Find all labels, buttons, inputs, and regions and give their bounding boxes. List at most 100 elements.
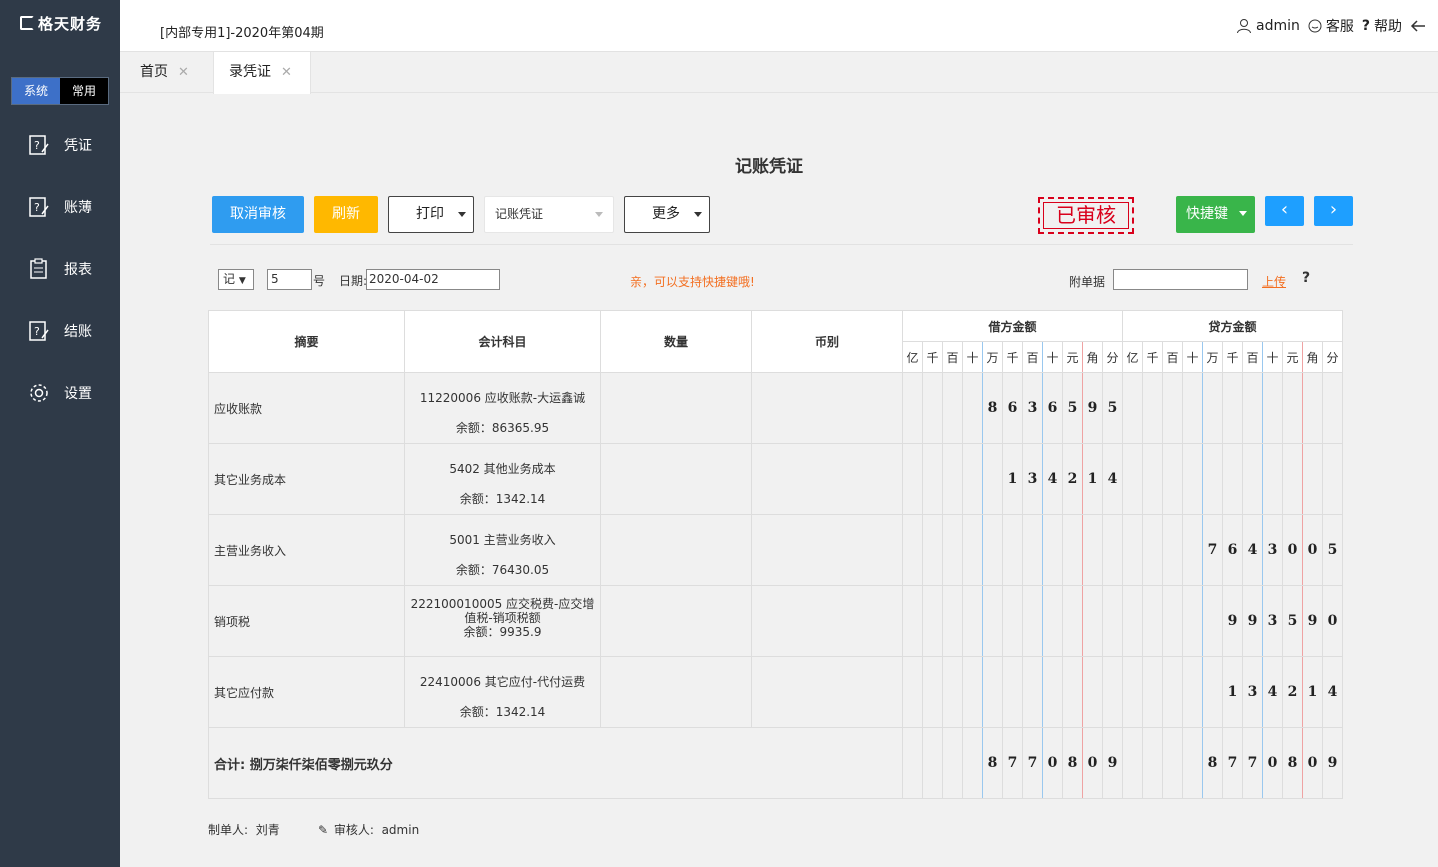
voucher-word-select[interactable]: 记 ▼ <box>218 269 254 290</box>
sidebar-item-report[interactable]: 报表 <box>0 249 120 289</box>
credit-digit-cell[interactable]: 0 <box>1302 514 1323 586</box>
debit-digit-cell[interactable] <box>902 656 923 728</box>
credit-digit-cell[interactable] <box>1182 443 1203 515</box>
total-debit-digit-cell[interactable]: 8 <box>1062 727 1083 799</box>
quantity-cell[interactable] <box>600 656 752 728</box>
debit-digit-cell[interactable] <box>942 372 963 444</box>
help-link[interactable]: ? 帮助 <box>1362 16 1402 36</box>
mode-common-button[interactable]: 常用 <box>60 78 108 104</box>
credit-digit-cell[interactable] <box>1142 585 1163 657</box>
credit-digit-cell[interactable]: 4 <box>1322 656 1343 728</box>
debit-digit-cell[interactable] <box>942 443 963 515</box>
debit-digit-cell[interactable] <box>1002 514 1023 586</box>
credit-digit-cell[interactable] <box>1202 372 1223 444</box>
account-cell[interactable]: 5402 其他业务成本 余额：1342.14 <box>404 443 601 515</box>
credit-digit-cell[interactable]: 6 <box>1222 514 1243 586</box>
debit-digit-cell[interactable]: 5 <box>1102 372 1123 444</box>
total-debit-digit-cell[interactable]: 8 <box>982 727 1003 799</box>
total-credit-digit-cell[interactable] <box>1162 727 1183 799</box>
credit-digit-cell[interactable] <box>1142 443 1163 515</box>
debit-digit-cell[interactable] <box>922 443 943 515</box>
sidebar-item-settings[interactable]: 设置 <box>0 373 120 413</box>
logout-button[interactable] <box>1410 19 1430 33</box>
total-credit-digit-cell[interactable] <box>1142 727 1163 799</box>
credit-digit-cell[interactable] <box>1182 585 1203 657</box>
total-debit-digit-cell[interactable]: 0 <box>1042 727 1063 799</box>
credit-digit-cell[interactable] <box>1242 443 1263 515</box>
debit-digit-cell[interactable]: 6 <box>1002 372 1023 444</box>
credit-digit-cell[interactable] <box>1182 514 1203 586</box>
debit-digit-cell[interactable] <box>1062 585 1083 657</box>
credit-digit-cell[interactable] <box>1242 372 1263 444</box>
credit-digit-cell[interactable]: 0 <box>1282 514 1303 586</box>
debit-digit-cell[interactable] <box>1082 656 1103 728</box>
total-credit-digit-cell[interactable]: 8 <box>1282 727 1303 799</box>
debit-digit-cell[interactable]: 4 <box>1042 443 1063 515</box>
debit-digit-cell[interactable]: 3 <box>1022 372 1043 444</box>
total-debit-digit-cell[interactable]: 0 <box>1082 727 1103 799</box>
currency-cell[interactable] <box>751 372 903 444</box>
total-debit-digit-cell[interactable] <box>942 727 963 799</box>
account-cell[interactable]: 11220006 应收账款-大运鑫诚 余额：86365.95 <box>404 372 601 444</box>
user-menu[interactable]: admin <box>1236 18 1300 34</box>
debit-digit-cell[interactable] <box>1022 585 1043 657</box>
credit-digit-cell[interactable] <box>1182 656 1203 728</box>
tab-home[interactable]: 首页 ✕ <box>140 52 189 93</box>
credit-digit-cell[interactable] <box>1262 372 1283 444</box>
credit-digit-cell[interactable] <box>1322 443 1343 515</box>
debit-digit-cell[interactable] <box>1062 656 1083 728</box>
total-debit-digit-cell[interactable] <box>922 727 943 799</box>
debit-digit-cell[interactable]: 3 <box>1022 443 1043 515</box>
credit-digit-cell[interactable]: 4 <box>1242 514 1263 586</box>
credit-digit-cell[interactable] <box>1122 372 1143 444</box>
credit-digit-cell[interactable] <box>1162 514 1183 586</box>
credit-digit-cell[interactable]: 0 <box>1322 585 1343 657</box>
debit-digit-cell[interactable] <box>922 656 943 728</box>
total-credit-digit-cell[interactable]: 7 <box>1242 727 1263 799</box>
debit-digit-cell[interactable] <box>962 514 983 586</box>
summary-cell[interactable]: 应收账款 <box>208 372 405 444</box>
close-icon[interactable]: ✕ <box>281 65 292 80</box>
credit-digit-cell[interactable]: 9 <box>1302 585 1323 657</box>
shortcut-dropdown[interactable]: 快捷键 <box>1176 196 1255 233</box>
total-credit-digit-cell[interactable] <box>1182 727 1203 799</box>
debit-digit-cell[interactable]: 9 <box>1082 372 1103 444</box>
debit-digit-cell[interactable]: 6 <box>1042 372 1063 444</box>
debit-digit-cell[interactable] <box>982 656 1003 728</box>
close-icon[interactable]: ✕ <box>178 65 189 80</box>
debit-digit-cell[interactable] <box>902 585 923 657</box>
credit-digit-cell[interactable] <box>1162 372 1183 444</box>
debit-digit-cell[interactable] <box>1082 585 1103 657</box>
summary-cell[interactable]: 销项税 <box>208 585 405 657</box>
credit-digit-cell[interactable] <box>1222 372 1243 444</box>
attachment-count-input[interactable] <box>1113 269 1248 290</box>
total-debit-digit-cell[interactable]: 7 <box>1002 727 1023 799</box>
credit-digit-cell[interactable]: 7 <box>1202 514 1223 586</box>
total-debit-digit-cell[interactable] <box>902 727 923 799</box>
debit-digit-cell[interactable] <box>962 372 983 444</box>
date-input[interactable]: 2020-04-02 <box>366 269 500 290</box>
debit-digit-cell[interactable] <box>922 372 943 444</box>
debit-digit-cell[interactable] <box>902 372 923 444</box>
debit-digit-cell[interactable] <box>1062 514 1083 586</box>
mode-system-button[interactable]: 系统 <box>12 78 60 104</box>
credit-digit-cell[interactable] <box>1142 656 1163 728</box>
debit-digit-cell[interactable] <box>1022 656 1043 728</box>
total-credit-digit-cell[interactable]: 0 <box>1302 727 1323 799</box>
credit-digit-cell[interactable] <box>1162 443 1183 515</box>
debit-digit-cell[interactable] <box>982 514 1003 586</box>
voucher-number-input[interactable]: 5 <box>267 269 312 290</box>
debit-digit-cell[interactable] <box>1082 514 1103 586</box>
debit-digit-cell[interactable] <box>1102 514 1123 586</box>
credit-digit-cell[interactable] <box>1322 372 1343 444</box>
tab-voucher-entry[interactable]: 录凭证 ✕ <box>213 52 311 94</box>
total-credit-digit-cell[interactable]: 7 <box>1222 727 1243 799</box>
debit-digit-cell[interactable] <box>1042 656 1063 728</box>
debit-digit-cell[interactable]: 2 <box>1062 443 1083 515</box>
credit-digit-cell[interactable] <box>1142 514 1163 586</box>
summary-cell[interactable]: 其它业务成本 <box>208 443 405 515</box>
currency-cell[interactable] <box>751 514 903 586</box>
debit-digit-cell[interactable] <box>962 585 983 657</box>
credit-digit-cell[interactable]: 3 <box>1242 656 1263 728</box>
credit-digit-cell[interactable] <box>1122 514 1143 586</box>
